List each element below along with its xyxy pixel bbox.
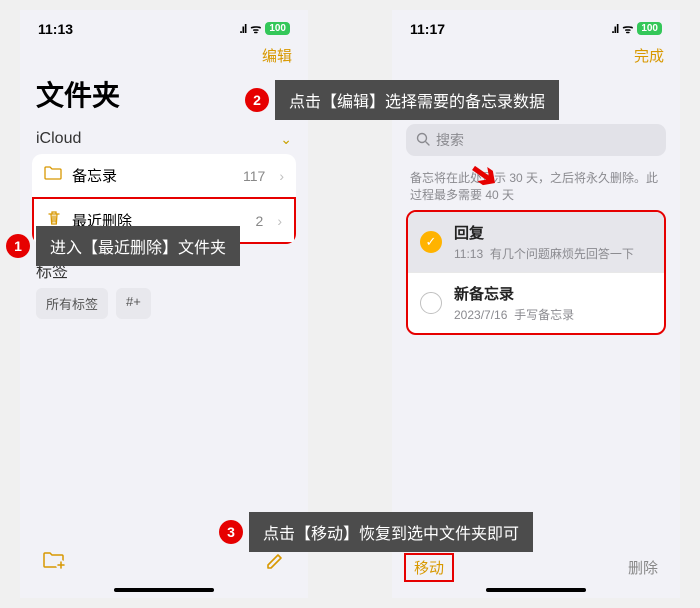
- search-placeholder: 搜索: [436, 130, 464, 150]
- compose-icon[interactable]: [264, 550, 286, 578]
- note-title: 新备忘录: [454, 283, 574, 304]
- signal-icon: .ıl: [239, 22, 246, 36]
- annotation-text: 点击【编辑】选择需要的备忘录数据: [275, 80, 559, 120]
- clock: 11:17: [410, 21, 445, 37]
- chevron-down-icon: ⌄: [280, 131, 292, 148]
- annotation-3: 3 点击【移动】恢复到选中文件夹即可: [219, 512, 533, 552]
- note-title: 回复: [454, 222, 634, 243]
- checkbox-unchecked-icon[interactable]: [420, 292, 442, 314]
- wifi-icon: ᯤ: [622, 20, 633, 37]
- step-badge: 2: [245, 88, 269, 112]
- note-row[interactable]: 新备忘录 2023/7/16 手写备忘录: [408, 272, 664, 333]
- note-row-selected[interactable]: ✓ 回复 11:13 有几个问题麻烦先回答一下: [408, 212, 664, 272]
- new-folder-icon[interactable]: [42, 550, 66, 578]
- search-input[interactable]: 搜索: [406, 124, 666, 156]
- tag-chips: 所有标签 #+: [20, 288, 308, 335]
- note-subtitle: 11:13 有几个问题麻烦先回答一下: [454, 245, 634, 262]
- retention-info: 备忘将在此处显示 30 天，之后将永久删除。此过程最多需要 40 天: [392, 164, 680, 210]
- step-badge: 3: [219, 520, 243, 544]
- edit-button[interactable]: 编辑: [20, 41, 308, 74]
- delete-button[interactable]: 删除: [628, 557, 658, 578]
- annotation-2: 2 点击【编辑】选择需要的备忘录数据: [245, 80, 559, 120]
- folder-icon: [44, 166, 62, 185]
- folder-name: 备忘录: [72, 165, 117, 186]
- status-bar: 11:13 .ıl ᯤ 100: [20, 10, 308, 41]
- move-button[interactable]: 移动: [404, 553, 454, 582]
- search-icon: [416, 132, 430, 149]
- folder-count: 2: [256, 213, 264, 229]
- annotation-1: 1 进入【最近删除】文件夹: [6, 226, 240, 266]
- chevron-right-icon: ›: [279, 168, 284, 184]
- note-list: ✓ 回复 11:13 有几个问题麻烦先回答一下 新备忘录 2023/7/16 手…: [406, 210, 666, 335]
- done-button[interactable]: 完成: [392, 41, 680, 74]
- icloud-label: iCloud: [36, 130, 81, 148]
- chevron-right-icon: ›: [277, 213, 282, 229]
- chip-all-tags[interactable]: 所有标签: [36, 288, 108, 319]
- step-badge: 1: [6, 234, 30, 258]
- battery-icon: 100: [637, 22, 662, 35]
- note-subtitle: 2023/7/16 手写备忘录: [454, 306, 574, 323]
- clock: 11:13: [38, 21, 73, 37]
- wifi-icon: ᯤ: [250, 20, 261, 37]
- home-indicator: [486, 588, 586, 592]
- icloud-section[interactable]: iCloud ⌄: [20, 124, 308, 154]
- status-bar: 11:17 .ıl ᯤ 100: [392, 10, 680, 41]
- folder-count: 117: [243, 168, 265, 184]
- annotation-text: 点击【移动】恢复到选中文件夹即可: [249, 512, 533, 552]
- signal-icon: .ıl: [611, 22, 618, 36]
- annotation-text: 进入【最近删除】文件夹: [36, 226, 240, 266]
- battery-icon: 100: [265, 22, 290, 35]
- chip-hash[interactable]: #+: [116, 288, 151, 319]
- home-indicator: [114, 588, 214, 592]
- folder-row-notes[interactable]: 备忘录 117 ›: [32, 154, 296, 197]
- checkbox-checked-icon[interactable]: ✓: [420, 231, 442, 253]
